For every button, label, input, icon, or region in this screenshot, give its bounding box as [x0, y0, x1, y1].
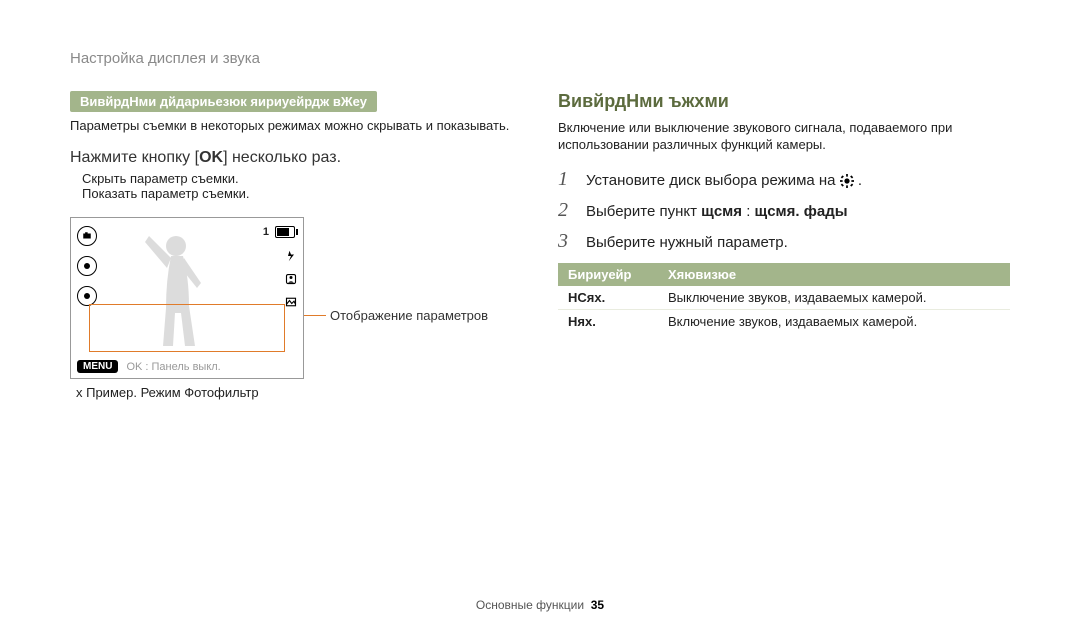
flash-icon — [285, 250, 297, 265]
step-text: . — [858, 172, 862, 189]
camera-screen-preview: 1 — [70, 217, 304, 379]
option-name: Нях. — [558, 309, 658, 333]
option-name: НСях. — [558, 286, 658, 310]
step-number: 2 — [558, 199, 574, 222]
step-text: Выберите нужный параметр. — [586, 234, 788, 251]
step-text: : — [742, 203, 755, 220]
ok-key: OK — [199, 149, 223, 166]
circle-icon — [77, 256, 97, 276]
page-footer: Основные функции 35 — [0, 598, 1080, 612]
right-icon-column — [285, 250, 297, 311]
left-column: ВивйрдНми дйдариьезюк яириуейрдж вЖеу Па… — [70, 91, 522, 400]
step-text: Установите диск выбора режима на — [586, 172, 840, 189]
option-desc: Выключение звуков, издаваемых камерой. — [658, 286, 1010, 310]
table-header: Хяювизюе — [658, 263, 1010, 286]
option-desc: Включение звуков, издаваемых камерой. — [658, 309, 1010, 333]
table-row: Нях. Включение звуков, издаваемых камеро… — [558, 309, 1010, 333]
step-1: 1 Установите диск выбора режима на . — [558, 168, 1010, 191]
status-number: 1 — [263, 226, 269, 238]
options-table: Бириуейр Хяювизюе НСях. Выключение звуко… — [558, 263, 1010, 333]
instruction-post: ] несколько раз. — [223, 149, 341, 166]
table-row: НСях. Выключение звуков, издаваемых каме… — [558, 286, 1010, 310]
instruction-pre: Нажмите кнопку [ — [70, 149, 199, 166]
callout-text: Отображение параметров — [330, 308, 488, 323]
circle-icon — [77, 286, 97, 306]
bottom-bar: MENU OK : Панель выкл. — [71, 356, 303, 378]
instruction-sublist: Скрыть параметр съемки. Показать парамет… — [70, 171, 522, 201]
portrait-icon — [285, 273, 297, 288]
footer-section: Основные функции — [476, 598, 584, 612]
step-2: 2 Выберите пункт щсмя : щсмя. фады — [558, 199, 1010, 222]
step-text: Выберите пункт — [586, 203, 701, 220]
numbered-steps: 1 Установите диск выбора режима на . 2 В… — [558, 168, 1010, 253]
breadcrumb: Настройка дисплея и звука — [70, 50, 1010, 67]
section-tag: ВивйрдНми дйдариьезюк яириуейрдж вЖеу — [70, 91, 377, 112]
step-number: 3 — [558, 230, 574, 253]
section-description: Параметры съемки в некоторых режимах мож… — [70, 118, 522, 135]
right-column: ВивйрдНми ъжхми Включение или выключение… — [558, 91, 1010, 400]
menu-chip: MENU — [77, 360, 118, 373]
section-description: Включение или выключение звукового сигна… — [558, 120, 1010, 154]
step-bold: щсмя. фады — [755, 203, 848, 220]
highlight-box — [89, 304, 285, 352]
sublist-item: Показать параметр съемки. — [82, 186, 522, 201]
step-bold: щсмя — [701, 203, 742, 220]
instruction-line: Нажмите кнопку [OK] несколько раз. — [70, 149, 522, 167]
landscape-icon — [285, 296, 297, 311]
example-note: x Пример. Режим Фотофильтр — [70, 385, 522, 400]
callout-line — [304, 315, 326, 316]
section-heading: ВивйрдНми ъжхми — [558, 91, 1010, 112]
status-bar: 1 — [263, 226, 295, 238]
gear-icon — [840, 174, 854, 188]
sublist-item: Скрыть параметр съемки. — [82, 171, 522, 186]
left-icon-column — [77, 226, 97, 306]
table-header: Бириуейр — [558, 263, 658, 286]
page-number: 35 — [591, 598, 604, 612]
battery-icon — [275, 226, 295, 238]
step-number: 1 — [558, 168, 574, 191]
step-3: 3 Выберите нужный параметр. — [558, 230, 1010, 253]
camera-icon — [77, 226, 97, 246]
ok-panel-text: OK : Панель выкл. — [126, 361, 220, 373]
